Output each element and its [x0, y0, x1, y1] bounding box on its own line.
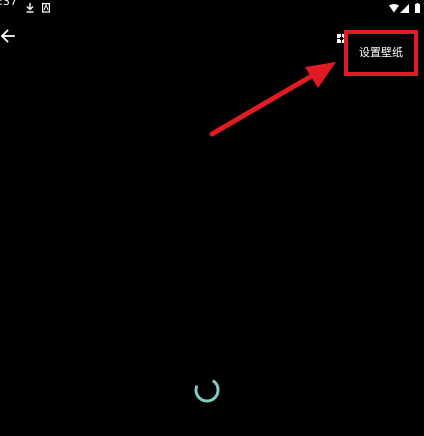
battery-icon	[415, 0, 420, 17]
set-wallpaper-button[interactable]: 设置壁纸	[344, 30, 418, 76]
wifi-icon	[389, 0, 399, 17]
signal-icon	[400, 0, 409, 17]
status-time: :37	[0, 0, 18, 8]
loading-spinner-icon	[192, 375, 222, 405]
toolbar: 设置壁纸	[0, 22, 424, 76]
set-wallpaper-label: 设置壁纸	[359, 46, 403, 59]
status-bar: :37	[0, 0, 424, 13]
notification-icon	[42, 0, 51, 17]
arrow-left-icon[interactable]	[0, 28, 16, 44]
download-icon	[26, 0, 34, 17]
